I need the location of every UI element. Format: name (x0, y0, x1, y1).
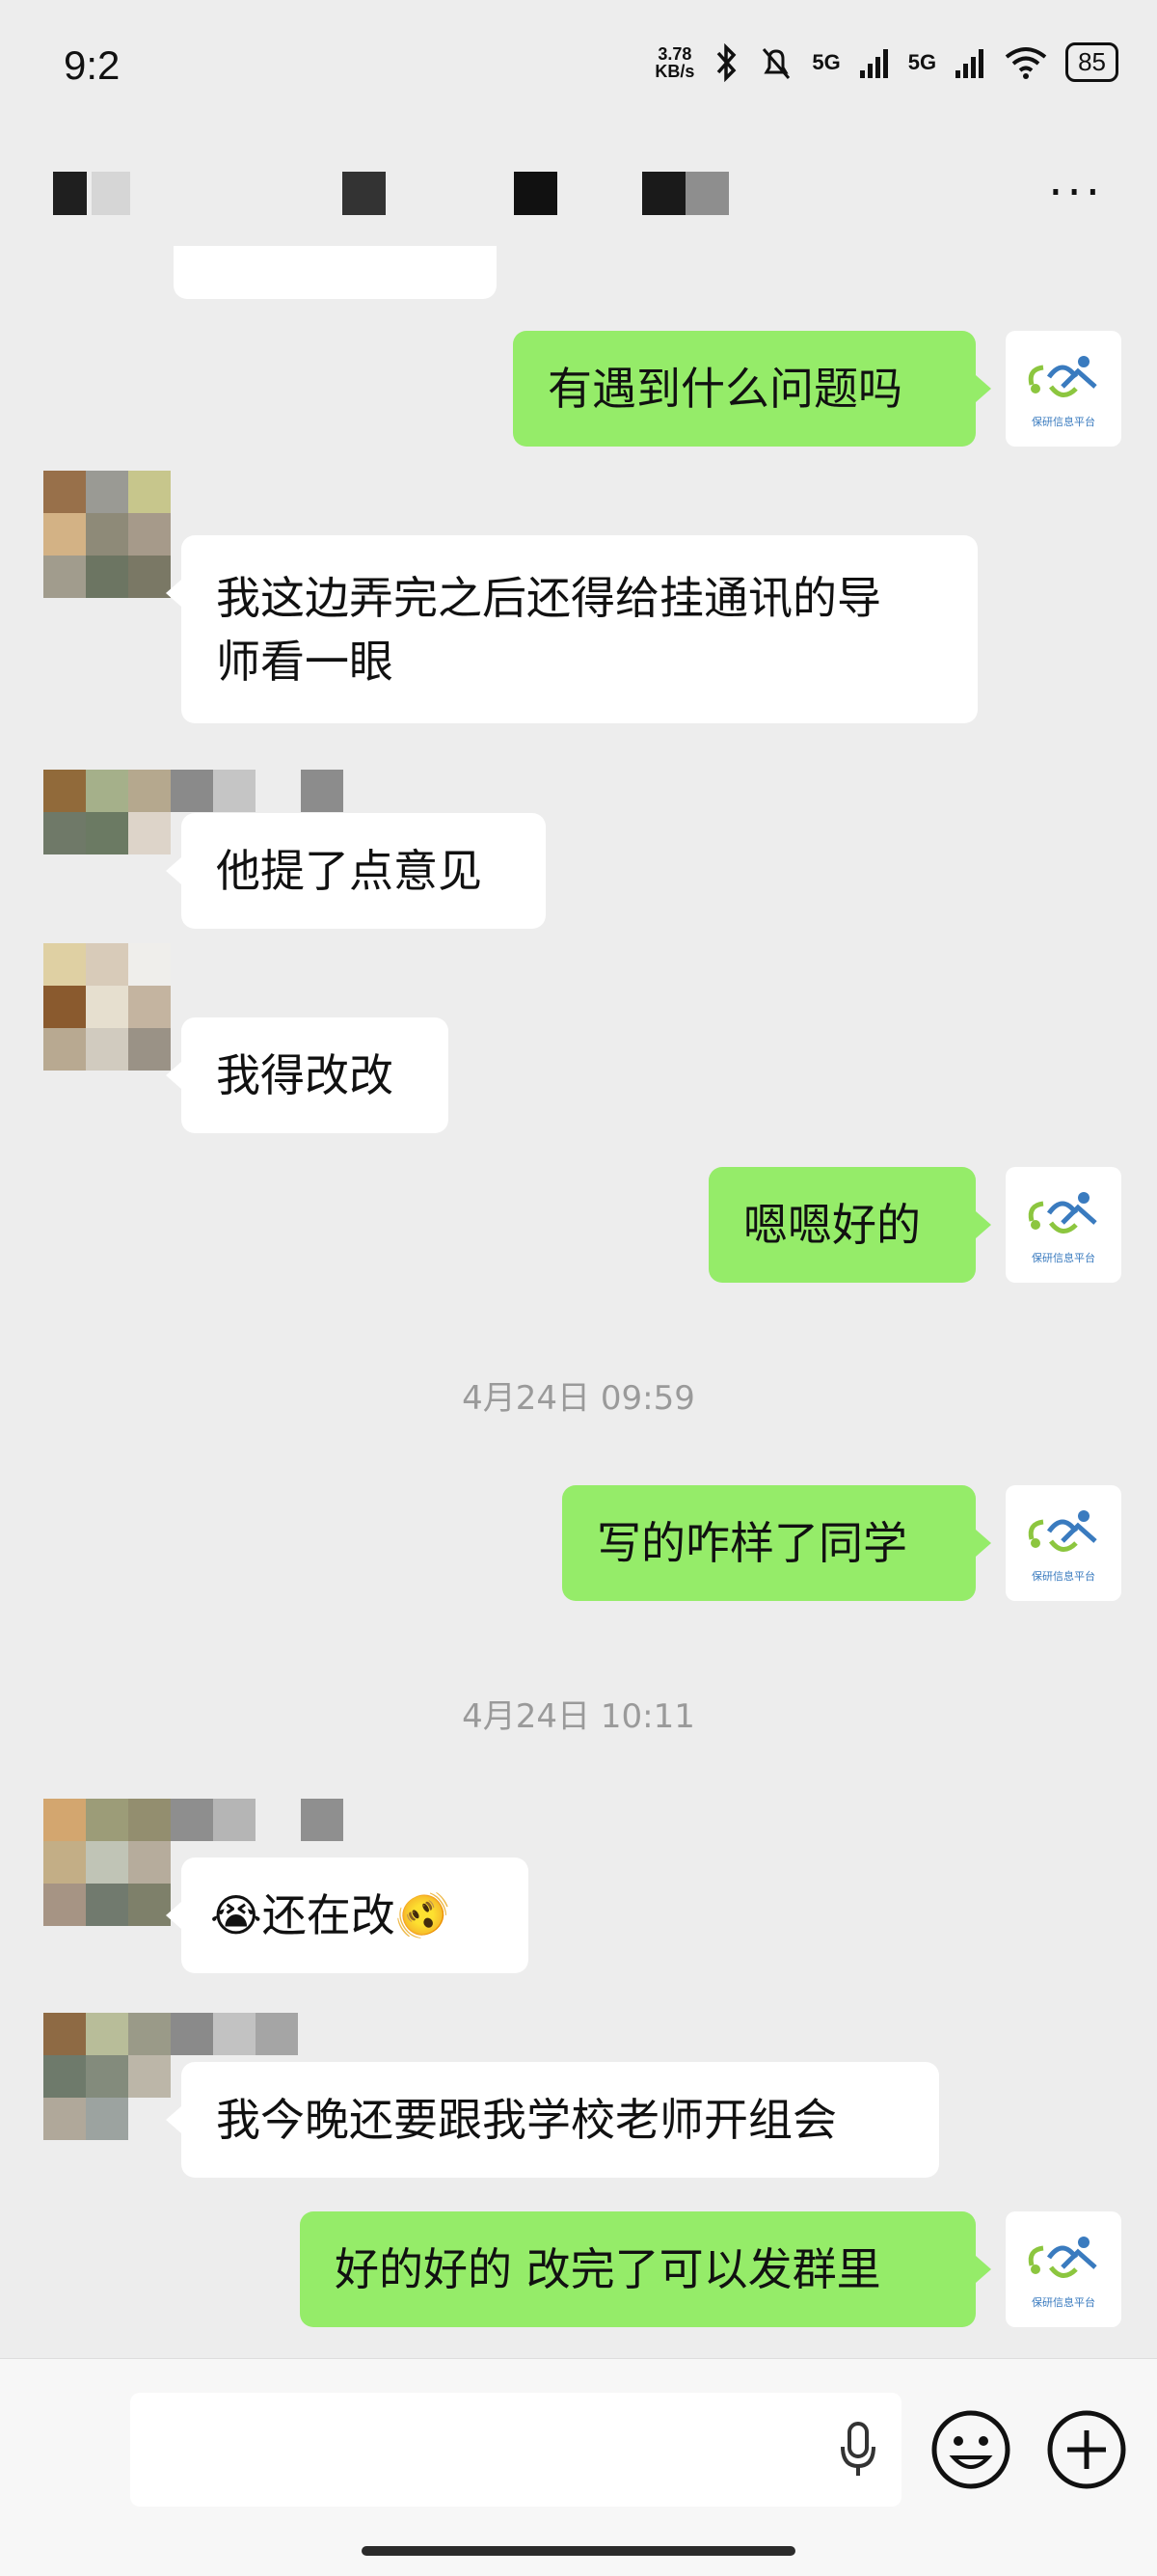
message-bubble-sent[interactable]: 有遇到什么问题吗 (513, 331, 976, 447)
chat-list[interactable]: 有遇到什么问题吗 保研信息平台 我这边弄完之后还得给挂通讯的导 师看一眼 他提了… (0, 246, 1157, 2358)
status-icons: 3.78 KB/s 5G 5G 85 (655, 42, 1118, 82)
message-bubble-received[interactable]: 我这边弄完之后还得给挂通讯的导 师看一眼 (181, 535, 978, 723)
message-input[interactable] (130, 2393, 901, 2507)
bluetooth-icon (717, 42, 737, 82)
message-bubble-received[interactable]: 😭还在改🫨 (181, 1857, 528, 1973)
microphone-icon[interactable] (839, 2420, 877, 2480)
avatar[interactable]: 保研信息平台 (1006, 1485, 1121, 1601)
wifi-icon (1005, 46, 1047, 79)
more-dots-icon[interactable]: ··· (1048, 170, 1104, 216)
sim2-label: 5G (907, 49, 937, 74)
timestamp: 4月24日 10:11 (462, 1697, 695, 1736)
emoji: 😭 (210, 1889, 262, 1941)
timestamp: 4月24日 09:59 (462, 1379, 695, 1418)
avatar[interactable]: 保研信息平台 (1006, 331, 1121, 447)
avatar-redacted[interactable] (43, 2013, 171, 2140)
emoji: 🫨 (394, 1889, 451, 1941)
status-time: 9:2 (64, 42, 121, 88)
status-bar: 9:2 3.78 KB/s 5G 5G 85 (0, 0, 1157, 135)
logo-icon (1028, 356, 1097, 397)
chat-title-redacted (642, 172, 686, 215)
signal-icon-2 (955, 48, 984, 78)
chat-title-redacted (53, 172, 87, 215)
home-indicator[interactable] (362, 2546, 795, 2556)
plus-icon[interactable] (1046, 2409, 1127, 2490)
bell-muted-icon (763, 47, 791, 79)
chat-header: ··· (0, 135, 1157, 251)
avatar-redacted[interactable] (43, 770, 171, 854)
message-bubble-received[interactable]: 我得改改 (181, 1017, 448, 1133)
avatar[interactable]: 保研信息平台 (1006, 2211, 1121, 2327)
battery-level: 85 (1065, 42, 1118, 82)
message-bubble-sent[interactable]: 写的咋样了同学 (562, 1485, 976, 1601)
previous-message-partial (174, 246, 497, 299)
message-bubble-sent[interactable]: 好的好的 改完了可以发群里 (300, 2211, 976, 2327)
logo-icon (1028, 1192, 1097, 1234)
emoji-icon[interactable] (930, 2409, 1011, 2490)
message-bubble-received[interactable]: 我今晚还要跟我学校老师开组会 (181, 2062, 939, 2178)
message-bubble-received[interactable]: 他提了点意见 (181, 813, 546, 929)
sim1-label: 5G (812, 49, 841, 74)
logo-icon (1028, 1510, 1097, 1552)
chat-title-redacted (514, 172, 557, 215)
avatar-redacted[interactable] (43, 943, 171, 1071)
avatar-redacted[interactable] (43, 1799, 171, 1926)
chat-title-redacted (92, 172, 130, 215)
avatar-redacted[interactable] (43, 471, 171, 598)
net-speed: 3.78 KB/s (655, 43, 695, 81)
input-bar (0, 2358, 1157, 2576)
message-bubble-sent[interactable]: 嗯嗯好的 (709, 1167, 976, 1283)
chat-title-redacted (686, 172, 729, 215)
avatar[interactable]: 保研信息平台 (1006, 1167, 1121, 1283)
chat-title-redacted (342, 172, 386, 215)
signal-icon (859, 48, 888, 78)
logo-icon (1028, 2237, 1097, 2278)
